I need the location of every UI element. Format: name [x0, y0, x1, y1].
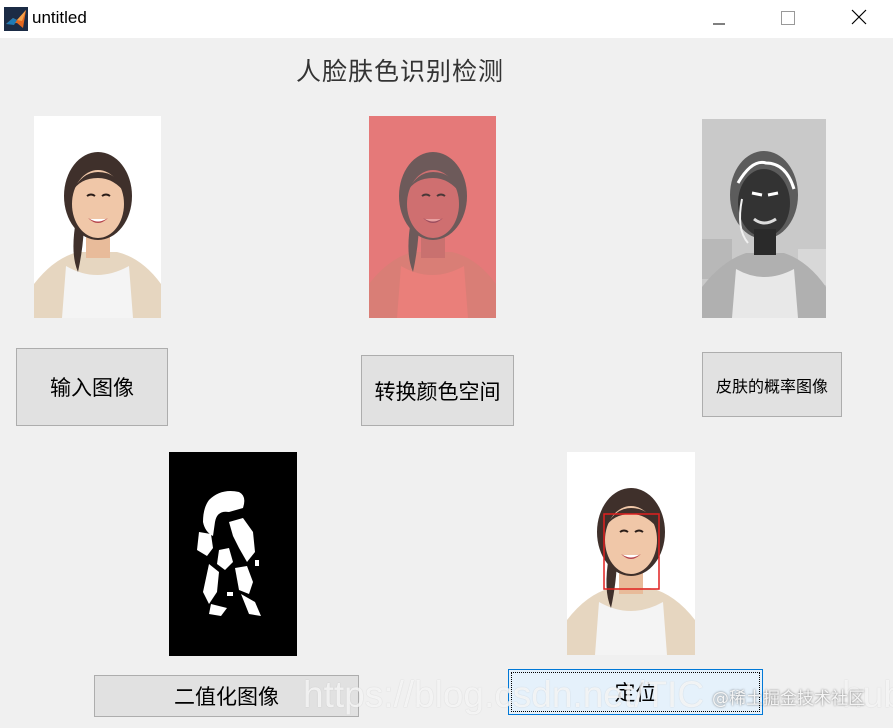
close-button[interactable] [836, 0, 882, 38]
input-image-button[interactable]: 输入图像 [16, 348, 168, 426]
minimize-button[interactable] [696, 0, 742, 38]
maximize-icon [781, 10, 795, 29]
matlab-icon [4, 7, 28, 31]
probability-axes [702, 119, 826, 318]
located-face-photo [567, 452, 695, 655]
binary-axes [169, 452, 297, 656]
page-title: 人脸肤色识别检测 [295, 57, 504, 86]
skin-probability-map [702, 119, 826, 318]
maximize-button[interactable] [765, 0, 811, 38]
convert-color-space-button[interactable]: 转换颜色空间 [361, 355, 514, 426]
minimize-icon [713, 10, 725, 29]
binarize-image-button[interactable]: 二值化图像 [94, 675, 359, 717]
input-face-photo [34, 116, 161, 318]
color-space-axes [369, 116, 496, 318]
close-icon [851, 9, 867, 29]
locate-button[interactable]: 定位 [508, 669, 763, 715]
window-title: untitled [32, 8, 87, 27]
watermark-url-suffix: hub [842, 674, 893, 715]
title-bar: untitled [0, 0, 893, 38]
located-image-axes [567, 452, 695, 655]
color-space-photo [369, 116, 496, 318]
input-image-axes [34, 116, 161, 318]
binary-mask [169, 452, 297, 656]
skin-probability-button[interactable]: 皮肤的概率图像 [702, 352, 842, 417]
